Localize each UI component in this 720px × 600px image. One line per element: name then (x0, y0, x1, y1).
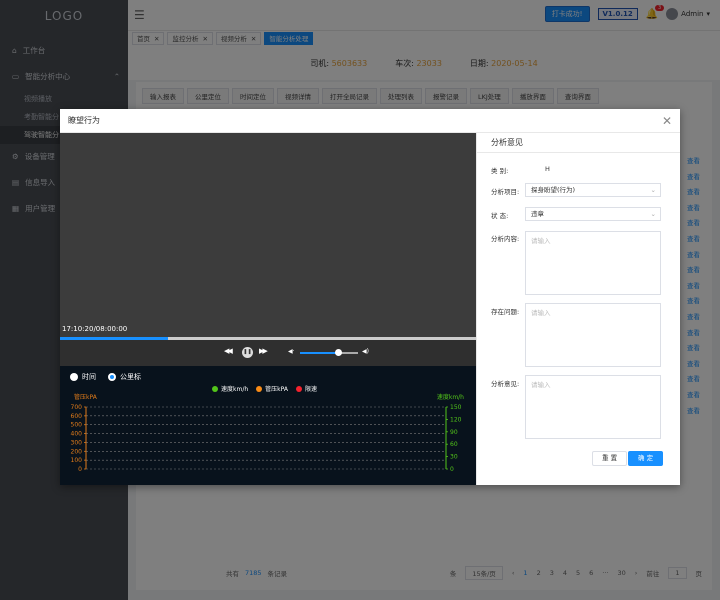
y-tick-label: 400 (71, 431, 83, 438)
y-tick-label: 600 (71, 413, 83, 420)
item-value: 探身盼望(行为) (531, 186, 576, 194)
video-player[interactable]: 17:10:20/08:00:00 (60, 133, 476, 337)
y2-tick-label: 0 (450, 466, 454, 473)
y-tick-label: 200 (71, 448, 83, 455)
y-tick-label: 700 (71, 404, 83, 411)
type-row: 类 别: H (491, 165, 550, 175)
content-row: 分析内容: (491, 233, 525, 243)
forward-icon[interactable]: ▶▶ (259, 347, 268, 355)
volume-knob[interactable] (334, 349, 342, 356)
opinion-row: 分析意见: (491, 378, 525, 388)
video-time: 17:10:20/08:00:00 (62, 325, 128, 333)
chart-svg: 管压kPA 速度km/h70060050040030020010001501209… (71, 393, 465, 473)
chevron-down-icon: ⌄ (650, 210, 656, 218)
volume-up-icon[interactable]: ◀) (362, 348, 369, 355)
volume-down-icon[interactable]: ◀· (288, 348, 295, 355)
content-label: 分析内容: (491, 235, 520, 243)
video-controls: ◀◀ ❚❚ ▶▶ ◀· ◀) (60, 340, 476, 366)
y2-tick-label: 120 (450, 416, 462, 423)
problem-input[interactable]: 请输入 (525, 303, 661, 367)
type-label: 类 别: (491, 167, 509, 175)
close-icon[interactable]: ✕ (662, 109, 672, 133)
opinion-input[interactable]: 请输入 (525, 375, 661, 439)
modal-header: 瞭望行为 ✕ (60, 109, 680, 133)
state-select[interactable]: 违章 ⌄ (525, 207, 661, 221)
item-select[interactable]: 探身盼望(行为) ⌄ (525, 183, 661, 197)
y-tick-label: 500 (71, 422, 83, 429)
state-label: 状 态: (491, 212, 509, 220)
modal-title: 瞭望行为 (68, 116, 100, 125)
state-value: 违章 (531, 210, 544, 218)
state-row: 状 态: (491, 210, 525, 220)
rewind-icon[interactable]: ◀◀ (224, 347, 233, 355)
opinion-label: 分析意见: (491, 380, 520, 388)
item-row: 分析项目: (491, 186, 525, 196)
item-label: 分析项目: (491, 188, 520, 196)
y-tick-label: 100 (71, 457, 83, 464)
y2-tick-label: 150 (450, 404, 462, 411)
problem-label: 存在问题: (491, 308, 520, 316)
y2-tick-label: 90 (450, 429, 458, 436)
volume-slider[interactable] (300, 349, 358, 356)
chart-area: 时间 公里标 速度km/h 管压kPA 限速 管压kPA 速度km/h 700 600 500… (60, 366, 476, 485)
y2-axis-label: 速度km/h (437, 393, 464, 401)
volume-fill (300, 352, 338, 354)
problem-row: 存在问题: (491, 306, 525, 316)
chevron-down-icon: ⌄ (650, 186, 656, 194)
content-input[interactable]: 请输入 (525, 231, 661, 295)
confirm-button[interactable]: 确 定 (628, 451, 664, 466)
y-axis-label: 管压kPA (74, 393, 98, 401)
analysis-panel: 分析意见 类 别: H 分析项目: 探身盼望(行为) ⌄ 状 态: 违章 ⌄ 分析内容… (476, 133, 680, 485)
type-value: H (545, 165, 550, 173)
pause-icon[interactable]: ❚❚ (242, 347, 253, 358)
y2-tick-label: 30 (450, 454, 458, 461)
y-tick-label: 300 (71, 439, 83, 446)
y2-tick-label: 60 (450, 441, 458, 448)
reset-button[interactable]: 重 置 (592, 451, 628, 466)
behavior-modal: 瞭望行为 ✕ 17:10:20/08:00:00 ◀◀ ❚❚ ▶▶ ◀· ◀) … (60, 109, 680, 485)
panel-title: 分析意见 (477, 133, 680, 153)
y-tick-label: 0 (78, 466, 82, 473)
